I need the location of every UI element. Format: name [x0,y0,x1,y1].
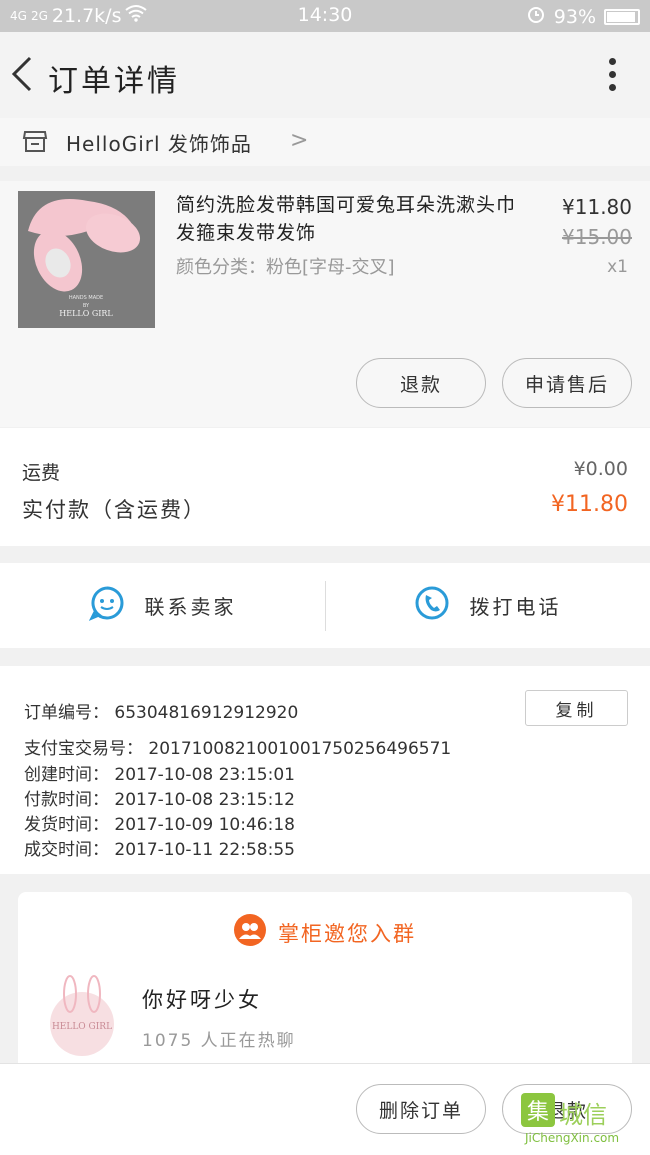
shipping-value: ¥0.00 [573,458,628,480]
nav-bar: 订单详情 [0,32,650,118]
battery-percent: 93% [553,5,596,28]
chevron-right-icon: > [290,128,309,153]
group-name: 你好呀少女 [142,988,262,1012]
fee-summary: 运费 ¥0.00 实付款（含运费） ¥11.80 [0,428,650,546]
shop-name: HelloGirl 发饰饰品 [66,132,252,156]
paid-value: ¥11.80 [551,492,628,517]
group-invite-header: 掌柜邀您入群 [18,914,632,951]
page-title: 订单详情 [48,64,180,99]
watermark-brand: 城信 [559,1101,607,1129]
alipay-number: 支付宝交易号： 2017100821001001750256496571 [24,739,452,759]
delete-order-button[interactable]: 删除订单 [356,1084,486,1134]
product-title[interactable]: 简约洗脸发带韩国可爱兔耳朵洗漱头巾发箍束发带发饰 [176,191,528,247]
chat-icon [88,585,125,626]
refund-button[interactable]: 退款 [356,358,486,408]
group-logo: HELLO GIRL [40,974,124,1058]
status-right: 93% [526,4,640,29]
shop-row[interactable]: HelloGirl 发饰饰品 > [0,118,650,166]
group-icon [234,914,266,951]
order-number: 订单编号： 65304816912912920 [24,703,299,723]
group-logo-text: HELLO GIRL [52,1022,112,1032]
copy-button[interactable]: 复制 [525,690,628,726]
shipped-time: 发货时间： 2017-10-09 10:46:18 [24,815,295,835]
aftersale-button[interactable]: 申请售后 [502,358,632,408]
product-spec: 颜色分类：粉色[字母-交叉] [176,257,395,278]
contact-seller-label: 联系卖家 [144,595,237,619]
phone-icon [414,585,450,626]
image-caption-top: HANDS MADE [69,295,103,301]
group-member-count: 1075 人正在热聊 [142,1031,296,1051]
product-quantity: x1 [607,257,628,277]
group-invite-title: 掌柜邀您入群 [278,921,416,946]
product-original-price: ¥15.00 [562,225,632,249]
product-price: ¥11.80 [562,195,632,219]
call-phone-button[interactable]: 拨打电话 [325,563,650,648]
contact-seller-button[interactable]: 联系卖家 [0,563,325,648]
watermark: 集 城信 JiChengXin.com [521,1093,646,1149]
watermark-url: JiChengXin.com [525,1131,620,1145]
group-invite-card[interactable]: 掌柜邀您入群 HELLO GIRL 你好呀少女 1075 人正在热聊 [18,892,632,1082]
back-icon[interactable] [8,54,36,94]
paid-label: 实付款（含运费） [22,498,206,522]
alarm-icon [526,4,546,29]
store-icon [22,128,48,154]
completed-time: 成交时间： 2017-10-11 22:58:55 [24,840,295,860]
battery-icon [604,8,640,25]
contact-bar: 联系卖家 拨打电话 [0,563,650,648]
paid-time: 付款时间： 2017-10-08 23:15:12 [24,790,295,810]
image-caption-brand: HELLO GIRL [59,309,113,318]
watermark-logo-icon: 集 [521,1093,555,1127]
call-phone-label: 拨打电话 [469,595,562,619]
shipping-label: 运费 [22,462,61,484]
more-icon[interactable] [606,58,618,94]
status-bar: 4G 2G 21.7k/s 14:30 93% [0,0,650,32]
product-card: HANDS MADE BY HELLO GIRL 简约洗脸发带韩国可爱兔耳朵洗漱… [0,181,650,427]
product-image[interactable]: HANDS MADE BY HELLO GIRL [18,191,155,328]
created-time: 创建时间： 2017-10-08 23:15:01 [24,765,295,785]
order-info: 订单编号： 65304816912912920 支付宝交易号： 20171008… [0,666,650,874]
